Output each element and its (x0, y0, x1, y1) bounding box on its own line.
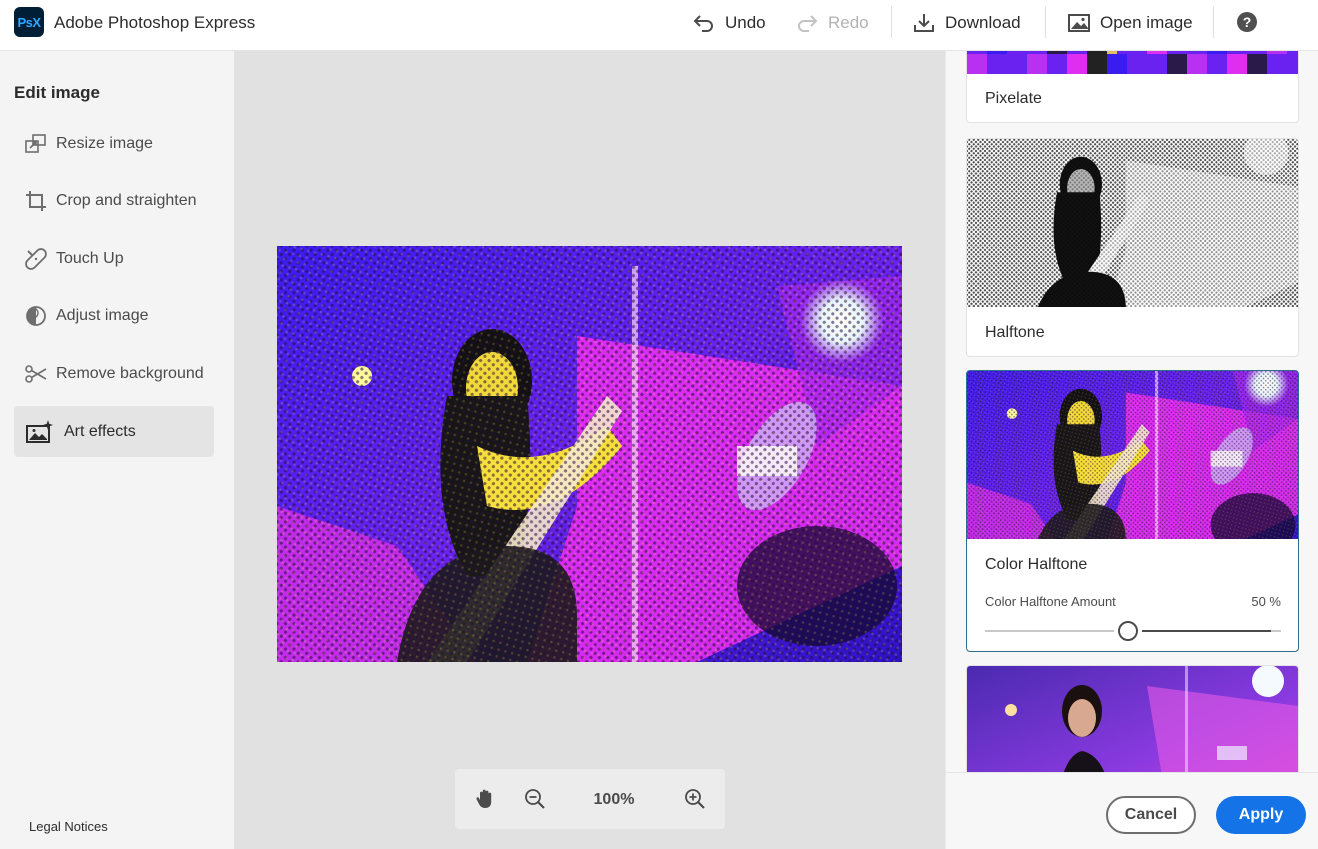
effect-label: Color Halftone (985, 556, 1088, 573)
redo-button[interactable]: Redo (796, 10, 869, 36)
zoom-out-icon[interactable] (524, 788, 546, 810)
slider-track-remaining[interactable] (1142, 630, 1271, 632)
slider-track-filled[interactable] (985, 630, 1114, 632)
sidebar-heading: Edit image (14, 83, 100, 102)
hand-icon[interactable] (474, 788, 496, 810)
undo-label: Undo (725, 13, 766, 32)
edit-sidebar: Edit image Resize image Crop and straigh… (0, 51, 234, 849)
resize-icon (14, 133, 56, 154)
halftone-thumbnail (967, 139, 1298, 307)
effect-thumbnail (967, 666, 1298, 772)
open-image-label: Open image (1100, 13, 1193, 32)
zoom-level: 100% (593, 791, 635, 808)
slider-handle[interactable] (1118, 621, 1138, 641)
effect-label: Halftone (985, 324, 1045, 341)
zoom-in-icon[interactable] (684, 788, 706, 810)
undo-button[interactable]: Undo (693, 10, 766, 36)
sidebar-item-label: Resize image (56, 134, 153, 152)
sidebar-item-label: Adjust image (56, 306, 149, 324)
undo-icon (693, 15, 713, 32)
sidebar-item-label: Crop and straighten (56, 191, 197, 209)
edited-photo[interactable] (277, 246, 902, 662)
sparkle-image-icon (14, 419, 64, 444)
sidebar-item-art-effects[interactable]: Art effects (14, 406, 214, 457)
sidebar-item-touch-up[interactable]: Touch Up (14, 233, 214, 284)
effect-card-next[interactable] (966, 665, 1299, 772)
sidebar-item-resize-image[interactable]: Resize image (14, 118, 214, 169)
effect-card-color-halftone[interactable]: Color Halftone Color Halftone Amount 50 … (966, 370, 1299, 652)
adjust-icon (14, 305, 56, 327)
download-label: Download (945, 13, 1021, 32)
app-title: Adobe Photoshop Express (54, 13, 256, 32)
cancel-button[interactable]: Cancel (1106, 796, 1196, 834)
download-icon (914, 14, 934, 32)
effect-card-pixelate[interactable]: Pixelate (966, 51, 1299, 123)
slider-track-end (1271, 630, 1281, 632)
open-image-button[interactable]: Open image (1068, 10, 1193, 36)
sidebar-item-adjust-image[interactable]: Adjust image (14, 290, 214, 341)
crop-icon (14, 190, 56, 212)
apply-button[interactable]: Apply (1216, 796, 1306, 834)
download-button[interactable]: Download (913, 10, 1021, 36)
slider-label: Color Halftone Amount (985, 594, 1116, 609)
slider-value: 50 % (1251, 594, 1281, 609)
redo-label: Redo (828, 13, 869, 32)
effect-card-halftone[interactable]: Halftone (966, 138, 1299, 357)
image-icon (1068, 14, 1090, 32)
effects-panel: Pixelate Halftone Color Halftone Color H… (945, 51, 1318, 849)
effect-label: Pixelate (985, 90, 1042, 107)
bandage-icon (14, 247, 56, 270)
sidebar-item-label: Remove background (56, 364, 204, 382)
sidebar-item-label: Art effects (64, 422, 136, 440)
effects-list[interactable]: Pixelate Halftone Color Halftone Color H… (946, 51, 1318, 772)
image-canvas[interactable]: 100% (234, 51, 945, 849)
sidebar-item-label: Touch Up (56, 249, 124, 267)
panel-footer: Cancel Apply (946, 772, 1318, 849)
sidebar-item-remove-background[interactable]: Remove background (14, 348, 214, 399)
toolbar-divider (891, 6, 892, 38)
app-logo: PsX (14, 7, 44, 37)
sidebar-item-crop[interactable]: Crop and straighten (14, 175, 214, 226)
legal-notices-link[interactable]: Legal Notices (29, 819, 108, 834)
scissors-icon (14, 364, 56, 384)
top-bar: PsX Adobe Photoshop Express Undo Redo Do… (0, 0, 1318, 51)
color-halftone-thumbnail (967, 371, 1298, 539)
toolbar-divider (1213, 6, 1214, 38)
zoom-toolbar: 100% (455, 769, 725, 829)
help-icon[interactable]: ? (1237, 12, 1257, 32)
redo-icon (798, 15, 818, 32)
toolbar-divider (1045, 6, 1046, 38)
pixelate-thumbnail (967, 51, 1298, 74)
